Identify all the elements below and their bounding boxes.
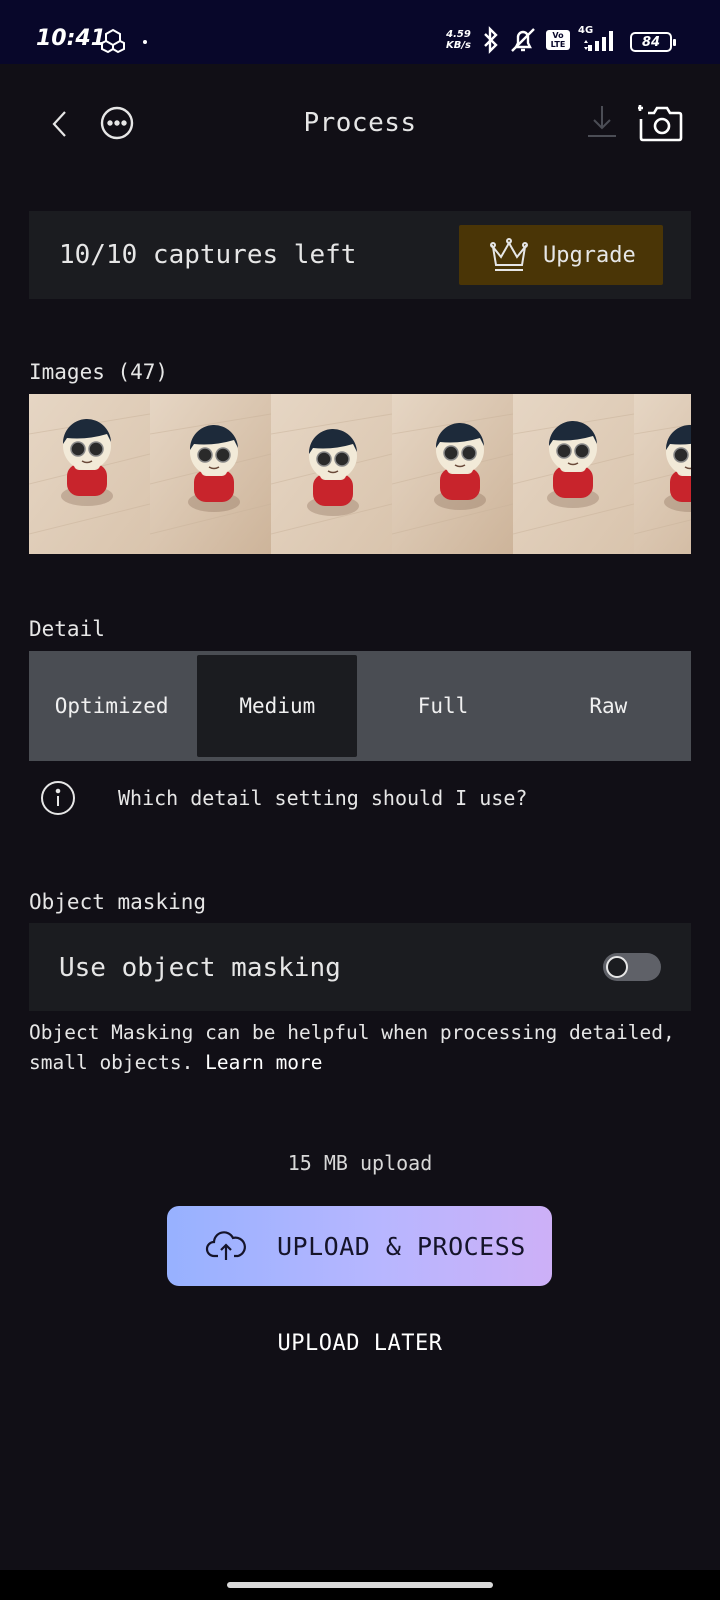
image-thumbnails-strip[interactable]	[29, 394, 691, 554]
images-section-label: Images (47)	[29, 360, 169, 384]
detail-help-link[interactable]: Which detail setting should I use?	[40, 780, 527, 816]
captures-left-text: 10/10 captures left	[59, 240, 357, 270]
top-app-bar: Process	[0, 64, 720, 184]
mute-icon	[511, 28, 535, 52]
object-masking-toggle[interactable]	[603, 953, 661, 981]
status-bar: 10:41 4.59 KB/s Vo LTE 4G 84	[0, 0, 720, 64]
object-masking-toggle-label: Use object masking	[59, 953, 341, 983]
object-masking-card: Use object masking	[29, 923, 691, 1011]
detail-option-optimized[interactable]: Optimized	[29, 651, 194, 761]
learn-more-link[interactable]: Learn more	[205, 1051, 322, 1074]
add-capture-button[interactable]	[638, 102, 684, 144]
notification-dot	[143, 40, 147, 44]
toggle-knob	[606, 956, 628, 978]
home-indicator[interactable]	[227, 1582, 493, 1588]
cloud-upload-icon	[205, 1231, 246, 1260]
download-icon	[588, 106, 616, 137]
bluetooth-icon	[484, 26, 498, 54]
network-speed: 4.59 KB/s	[446, 29, 471, 51]
network-speed-value: 4.59	[446, 29, 471, 40]
image-thumbnail[interactable]	[634, 394, 691, 554]
image-thumbnail[interactable]	[392, 394, 513, 554]
image-thumbnail[interactable]	[513, 394, 634, 554]
object-masking-section-label: Object masking	[29, 890, 207, 914]
object-masking-description: Object Masking can be helpful when proce…	[29, 1018, 699, 1078]
detail-selector: Optimized Medium Full Raw	[29, 651, 691, 761]
object-masking-description-text: Object Masking can be helpful when proce…	[29, 1021, 675, 1074]
crown-icon	[490, 238, 528, 271]
battery-icon: 84	[630, 32, 676, 52]
volte-icon: Vo LTE	[546, 30, 570, 50]
upload-size-text: 15 MB upload	[287, 1151, 433, 1175]
upload-later-button[interactable]: UPLOAD LATER	[0, 1331, 720, 1356]
battery-level: 84	[641, 34, 661, 50]
image-thumbnail[interactable]	[271, 394, 392, 554]
signal-icon: 4G	[578, 25, 618, 53]
detail-help-text: Which detail setting should I use?	[118, 786, 528, 810]
upload-and-process-label: UPLOAD & PROCESS	[277, 1231, 526, 1261]
detail-option-medium[interactable]: Medium	[197, 655, 358, 757]
detail-option-full[interactable]: Full	[360, 651, 525, 761]
image-thumbnail[interactable]	[150, 394, 271, 554]
info-icon	[41, 781, 75, 815]
upgrade-label: Upgrade	[543, 242, 636, 268]
download-button[interactable]	[585, 102, 619, 142]
upgrade-button[interactable]: Upgrade	[459, 225, 663, 285]
status-time: 10:41	[36, 26, 107, 51]
status-icons: Vo LTE 4G	[482, 25, 618, 54]
image-thumbnail[interactable]	[29, 394, 150, 554]
captures-card: 10/10 captures left Upgrade	[29, 211, 691, 299]
upload-and-process-button[interactable]: UPLOAD & PROCESS	[167, 1206, 552, 1286]
cube-app-icon	[100, 28, 126, 58]
detail-section-label: Detail	[29, 617, 105, 641]
network-speed-unit: KB/s	[446, 40, 471, 51]
add-camera-icon	[638, 105, 683, 142]
detail-option-raw[interactable]: Raw	[526, 651, 691, 761]
